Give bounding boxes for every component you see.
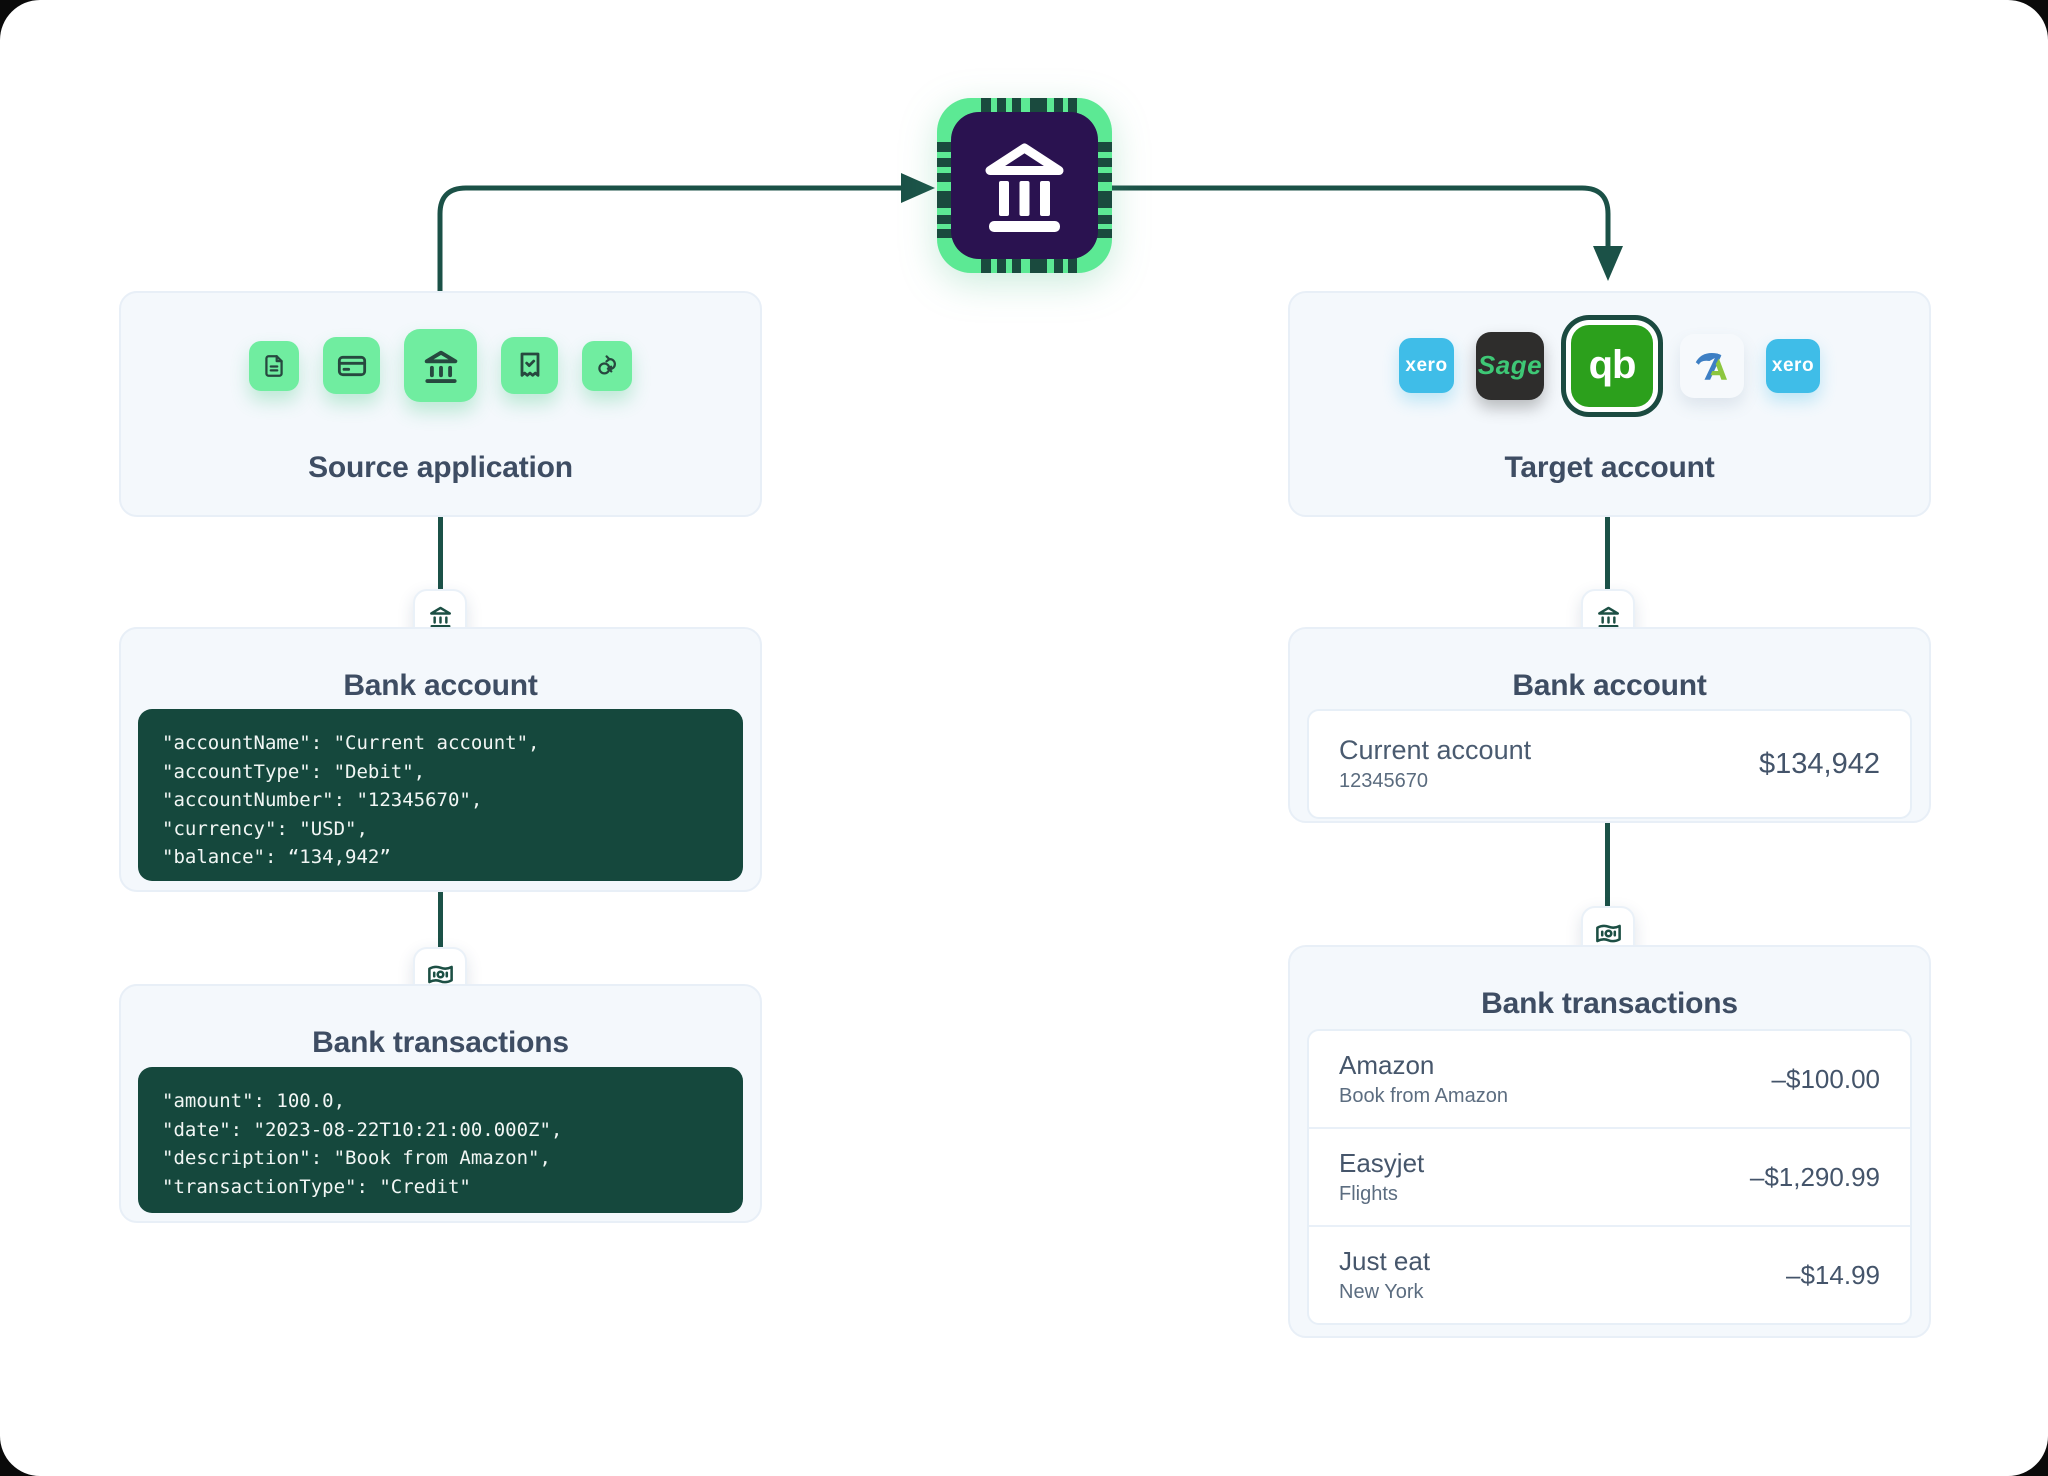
sage-app-tile: Sage	[1476, 332, 1544, 400]
code-line: "accountType": "Debit",	[162, 758, 733, 787]
connector-line	[1605, 517, 1610, 590]
transaction-description: New York	[1339, 1281, 1430, 1304]
banknote-icon	[1594, 919, 1623, 948]
code-line: "transactionType": "Credit"	[162, 1173, 733, 1202]
bank-chip-logo	[937, 98, 1112, 273]
code-line: "description": "Book from Amazon",	[162, 1144, 733, 1173]
source-application-card: Source application	[119, 291, 762, 517]
code-line: "balance": “134,942”	[162, 843, 733, 872]
transaction-row: Easyjet Flights –$1,290.99	[1309, 1127, 1910, 1225]
transaction-amount: –$14.99	[1786, 1260, 1880, 1291]
transaction-description: Flights	[1339, 1183, 1424, 1206]
file-document-icon	[261, 353, 287, 379]
bank-transactions-title: Bank transactions	[121, 1026, 760, 1060]
xero-logo-text: xero	[1405, 355, 1447, 377]
credit-card-icon	[336, 350, 368, 382]
target-app-row: xero Sage qb xero	[1290, 293, 1929, 438]
code-line: "accountNumber": "12345670",	[162, 786, 733, 815]
freeagent-logo-icon	[1692, 346, 1732, 386]
code-line: "amount": 100.0,	[162, 1087, 733, 1116]
transaction-name: Amazon	[1339, 1050, 1508, 1081]
bank-transactions-title: Bank transactions	[1290, 987, 1929, 1021]
quickbooks-app-tile-selected: qb	[1571, 325, 1653, 407]
target-account-card: xero Sage qb xero Target account	[1288, 291, 1931, 517]
transaction-row: Amazon Book from Amazon –$100.00	[1309, 1031, 1910, 1127]
transactions-list: Amazon Book from Amazon –$100.00 Easyjet…	[1307, 1029, 1912, 1325]
transaction-row: Just eat New York –$14.99	[1309, 1225, 1910, 1323]
connector-line	[438, 517, 443, 590]
target-account-title: Target account	[1290, 451, 1929, 485]
transaction-amount: –$100.00	[1772, 1064, 1880, 1095]
account-balance: $134,942	[1759, 748, 1880, 781]
source-application-title: Source application	[121, 451, 760, 485]
credit-card-tile	[323, 337, 380, 394]
xero-app-tile: xero	[1766, 339, 1820, 393]
transaction-name: Easyjet	[1339, 1148, 1424, 1179]
receipt-tile	[501, 337, 558, 394]
account-number: 12345670	[1339, 770, 1531, 793]
bank-account-title: Bank account	[121, 669, 760, 703]
bank-account-json: "accountName": "Current account", "accou…	[138, 709, 743, 881]
source-icon-row	[121, 293, 760, 438]
bank-icon	[1595, 603, 1622, 630]
bank-icon	[427, 603, 454, 630]
transaction-name: Just eat	[1339, 1246, 1430, 1277]
source-bank-account-card: Bank account "accountName": "Current acc…	[119, 627, 762, 892]
document-tile	[249, 341, 299, 391]
xero-logo-text: xero	[1772, 355, 1814, 377]
diagram-canvas: Source application xero Sage qb	[0, 0, 2048, 1476]
sync-exchange-icon	[594, 352, 621, 379]
transaction-amount: –$1,290.99	[1750, 1162, 1880, 1193]
connector-line	[438, 890, 443, 950]
source-bank-transactions-card: Bank transactions "amount": 100.0, "date…	[119, 984, 762, 1223]
transaction-description: Book from Amazon	[1339, 1085, 1508, 1108]
target-bank-transactions-card: Bank transactions Amazon Book from Amazo…	[1288, 945, 1931, 1338]
bank-icon	[420, 345, 462, 387]
xero-app-tile: xero	[1399, 338, 1454, 393]
bank-tile	[404, 329, 477, 402]
account-summary-row: Current account 12345670 $134,942	[1307, 709, 1912, 819]
bank-transactions-json: "amount": 100.0, "date": "2023-08-22T10:…	[138, 1067, 743, 1213]
account-name: Current account	[1339, 735, 1531, 766]
code-line: "accountName": "Current account",	[162, 729, 733, 758]
quickbooks-logo-text: qb	[1589, 343, 1636, 388]
freeagent-app-tile	[1680, 334, 1744, 398]
code-line: "date": "2023-08-22T10:21:00.000Z",	[162, 1116, 733, 1145]
sync-tile	[582, 341, 632, 391]
receipt-check-icon	[514, 350, 546, 382]
bank-account-title: Bank account	[1290, 669, 1929, 703]
bank-chip-icon	[937, 98, 1112, 273]
sage-logo-text: Sage	[1478, 350, 1542, 381]
code-line: "currency": "USD",	[162, 815, 733, 844]
connector-line	[1605, 821, 1610, 909]
target-bank-account-card: Bank account Current account 12345670 $1…	[1288, 627, 1931, 823]
